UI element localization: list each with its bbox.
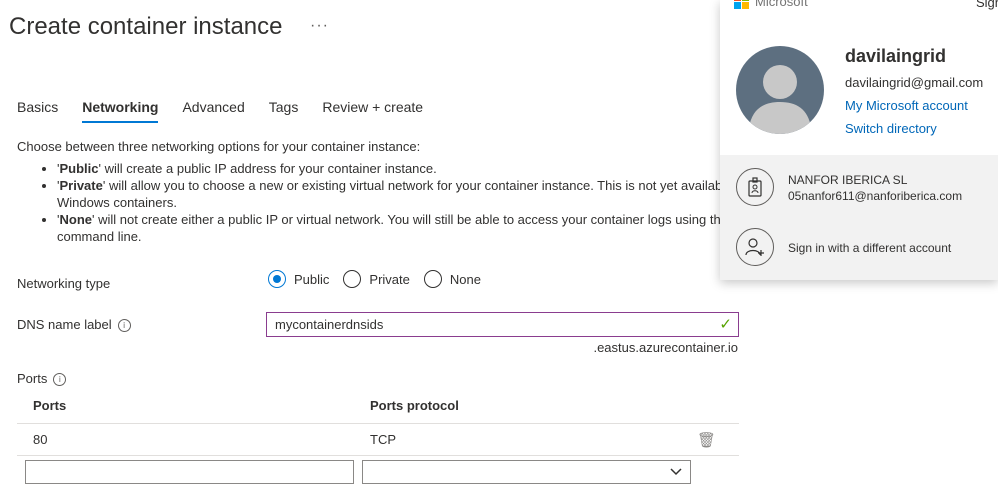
tab-advanced[interactable]: Advanced — [182, 99, 244, 123]
badge-icon — [736, 168, 774, 206]
page-title: Create container instance — [9, 13, 283, 40]
list-item: 'None' will not create either a public I… — [57, 211, 777, 245]
networking-intro-text: Choose between three networking options … — [17, 139, 421, 154]
brand-text: Microsoft — [755, 0, 808, 9]
ports-label-row: Ports i — [17, 371, 67, 387]
delete-icon[interactable]: 🗑 — [697, 431, 716, 449]
user-email: davilaingrid@gmail.com — [845, 75, 984, 90]
radio-public[interactable]: Public — [268, 270, 329, 288]
radio-private[interactable]: Private — [343, 270, 410, 288]
table-row: 80 TCP 🗑 — [17, 424, 739, 456]
switch-directory-link[interactable]: Switch directory — [845, 121, 937, 136]
my-microsoft-account-link[interactable]: My Microsoft account — [845, 98, 968, 113]
more-options-button[interactable]: ··· — [310, 17, 329, 35]
account-panel-footer: NANFOR IBERICA SL 05nanfor611@nanforiber… — [720, 155, 998, 280]
info-icon[interactable]: i — [53, 373, 67, 387]
radio-empty-icon — [423, 270, 442, 288]
port-value: 80 — [33, 432, 48, 447]
new-protocol-select[interactable] — [362, 460, 691, 484]
account-panel: Microsoft Sign davilaingrid davilaingrid… — [720, 0, 998, 280]
user-name: davilaingrid — [845, 46, 947, 66]
radio-selected-icon — [268, 270, 286, 288]
radio-empty-icon — [343, 270, 362, 288]
organization-name[interactable]: NANFOR IBERICA SL — [788, 173, 907, 187]
account-panel-header: Microsoft Sign davilaingrid davilaingrid… — [720, 0, 998, 155]
tab-basics[interactable]: Basics — [17, 99, 58, 123]
dns-name-label: DNS name label — [17, 317, 112, 332]
radio-none[interactable]: None — [423, 270, 481, 288]
microsoft-logo-icon — [734, 0, 749, 9]
new-port-input[interactable] — [25, 460, 354, 484]
checkmark-icon: ✓ — [719, 316, 732, 333]
networking-type-radio-group: Public Private None — [268, 270, 495, 288]
tab-networking[interactable]: Networking — [82, 99, 159, 123]
dns-input-value: mycontainerdnsids — [275, 317, 384, 332]
networking-type-label: Networking type — [17, 276, 111, 291]
networking-options-list: 'Public' will create a public IP address… — [17, 160, 777, 245]
dns-suffix: .eastus.azurecontainer.io — [593, 340, 738, 355]
column-header-ports: Ports — [33, 398, 67, 413]
chevron-down-icon — [670, 468, 682, 476]
microsoft-logo: Microsoft — [734, 0, 808, 9]
ports-label: Ports — [17, 371, 48, 386]
radio-label: Public — [294, 271, 330, 287]
person-icon — [748, 65, 812, 134]
column-header-protocol: Ports protocol — [370, 398, 459, 413]
protocol-value: TCP — [370, 432, 396, 447]
sign-out-link[interactable]: Sign — [976, 0, 998, 10]
avatar — [736, 46, 824, 134]
list-item: 'Private' will allow you to choose a new… — [57, 177, 777, 211]
ports-table-header: Ports Ports protocol — [17, 395, 739, 424]
tab-tags[interactable]: Tags — [269, 99, 299, 123]
organization-email[interactable]: 05nanfor611@nanforiberica.com — [788, 189, 962, 203]
new-port-row — [17, 456, 739, 488]
radio-label: None — [449, 271, 481, 287]
add-person-icon[interactable] — [736, 228, 774, 266]
sign-in-different-account-link[interactable]: Sign in with a different account — [788, 241, 951, 255]
dns-label-row: DNS name label i — [17, 317, 131, 333]
tab-review-create[interactable]: Review + create — [322, 99, 423, 123]
info-icon[interactable]: i — [117, 319, 131, 333]
list-item: 'Public' will create a public IP address… — [57, 160, 777, 177]
dns-name-input[interactable]: mycontainerdnsids ✓ — [266, 312, 739, 337]
tab-bar: Basics Networking Advanced Tags Review +… — [17, 99, 447, 123]
radio-label: Private — [369, 271, 410, 287]
